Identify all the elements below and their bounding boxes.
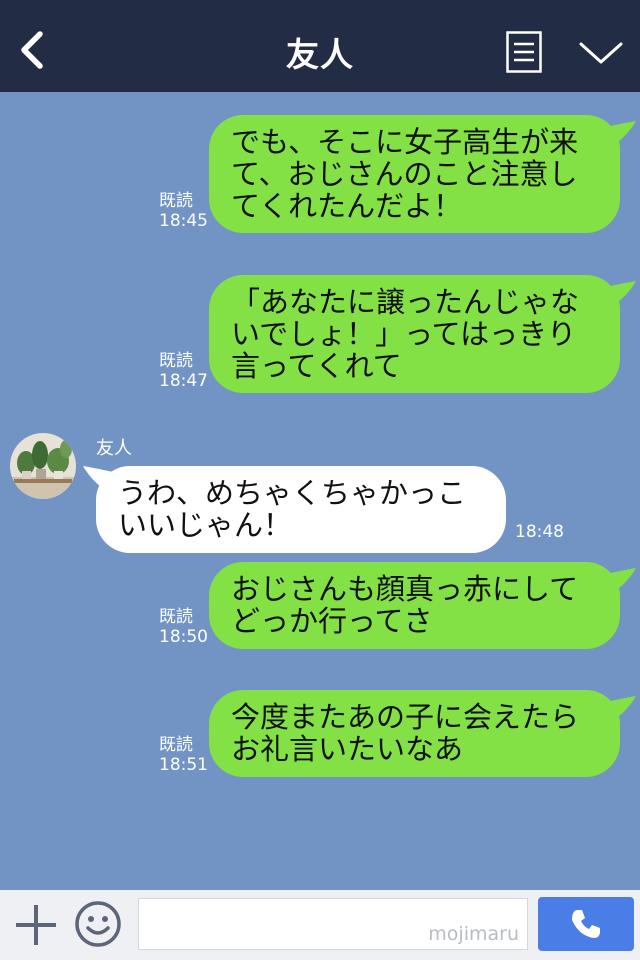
read-receipt: 既読 [159,607,193,627]
message-bubble-sent[interactable]: おじさんも顔真っ赤にして どっか行ってさ [209,562,620,649]
message-line: いいじゃん！ [118,508,293,542]
chat-title: 友人 [286,35,354,74]
message-line: てくれたんだよ！ [231,189,463,223]
read-receipt: 既読 [159,191,193,211]
message-line: 今度またあの子に会えたら [231,700,580,734]
bubble-tail [606,696,636,720]
message-time: 18:45 [159,211,208,231]
message-line: でも、そこに女子高生が来 [231,125,579,159]
message-line: て、おじさんのこと注意し [231,157,578,191]
smiley-icon[interactable] [74,900,122,948]
message-meta: 既読 18:51 [159,735,208,775]
message-time: 18:47 [159,371,208,391]
message-line: おじさんも顔真っ赤にして [231,572,579,606]
message-bubble-received[interactable]: うわ、めちゃくちゃかっこ いいじゃん！ [96,466,506,553]
sender-name: 友人 [96,438,132,459]
plants-photo [10,433,76,499]
message-time: 18:51 [159,755,208,775]
message-bubble-sent[interactable]: 今度またあの子に会えたら お礼言いたいなあ [209,690,620,777]
message-input[interactable]: mojimaru [138,898,528,950]
bubble-tail [606,568,636,592]
chat-area[interactable]: 既読 18:45 でも、そこに女子高生が来 て、おじさんのこと注意し てくれたん… [0,92,640,890]
plus-icon[interactable] [14,903,58,947]
message-bubble-sent[interactable]: 「あなたに譲ったんじゃな いでしょ！」ってはっきり 言ってくれて [209,275,620,393]
message-time: 18:48 [515,522,564,542]
message-line: どっか行ってさ [231,604,433,638]
avatar[interactable] [10,433,76,499]
message-meta: 既読 18:50 [159,607,208,647]
notes-icon[interactable] [506,31,542,73]
message-line: 「あなたに譲ったんじゃな [231,285,580,319]
chat-header: 友人 [0,0,640,92]
call-button[interactable] [538,897,634,951]
bubble-tail [606,281,636,305]
read-receipt: 既読 [159,351,193,371]
message-bubble-sent[interactable]: でも、そこに女子高生が来 て、おじさんのこと注意し てくれたんだよ！ [209,115,620,233]
message-meta: 既読 18:45 [159,191,208,231]
message-line: うわ、めちゃくちゃかっこ [118,476,467,510]
message-line: 言ってくれて [231,349,402,383]
message-line: いでしょ！」ってはっきり [231,317,577,351]
chevron-down-icon[interactable] [578,38,624,68]
message-time: 18:50 [159,627,208,647]
read-receipt: 既読 [159,735,193,755]
watermark-text: mojimaru [428,923,519,945]
message-meta: 既読 18:47 [159,351,208,391]
message-line: お礼言いたいなあ [231,732,464,766]
bubble-tail [606,121,636,145]
phone-icon [572,910,600,938]
